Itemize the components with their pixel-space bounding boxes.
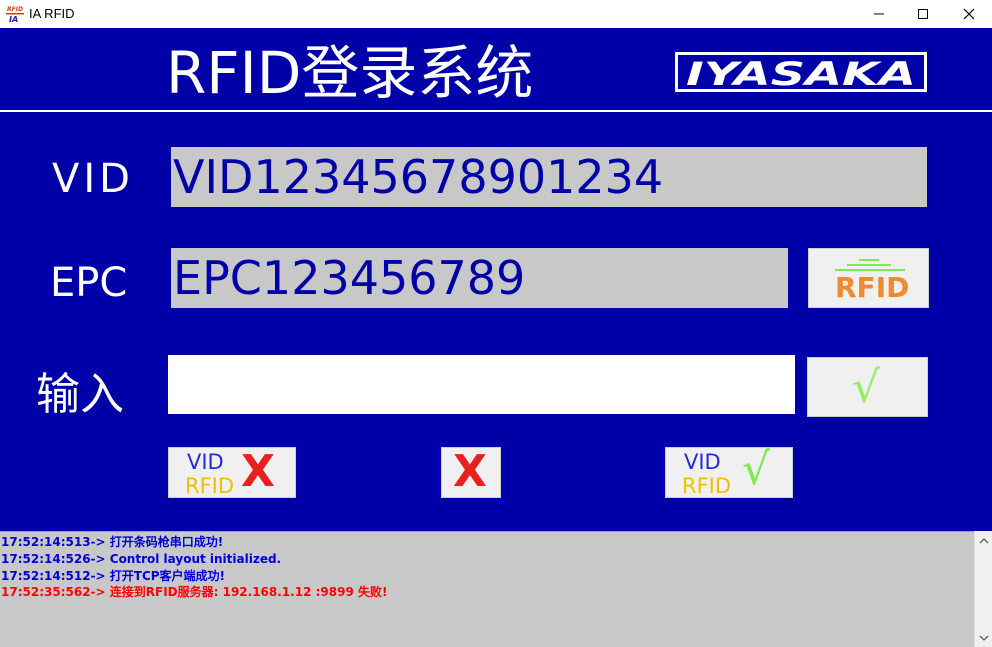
minimize-button[interactable] (856, 0, 902, 28)
log-panel[interactable]: 17:52:14:513-> 打开条码枪串口成功! 17:52:14:526->… (0, 531, 974, 647)
main-panel: RFID登录系统 IYASAKA VID VID12345678901234 E… (0, 28, 992, 531)
minimize-icon (874, 13, 884, 15)
close-button[interactable] (946, 0, 992, 28)
epc-label: EPC (50, 260, 128, 306)
chevron-down-icon (979, 635, 989, 641)
vid-label: VID (52, 156, 134, 202)
close-icon (963, 8, 975, 20)
check-icon: √ (852, 362, 881, 413)
cross-icon: X (241, 446, 275, 497)
svg-text:IYASAKA: IYASAKA (686, 55, 916, 92)
rfid-read-button[interactable]: RFID (808, 248, 929, 308)
vid-fail-rfid-text: RFID (185, 474, 235, 498)
cross-icon: X (453, 446, 487, 497)
company-logo: IYASAKA (675, 52, 927, 92)
window-title: IA RFID (29, 6, 75, 21)
check-icon: √ (742, 444, 771, 495)
app-icon: RFID IA (6, 4, 24, 24)
svg-text:IA: IA (9, 15, 18, 24)
confirm-button[interactable]: √ (807, 357, 928, 417)
vid-ok-rfid-text: RFID (682, 474, 732, 498)
window-titlebar: RFID IA IA RFID (0, 0, 992, 28)
log-line: 17:52:14:512-> 打开TCP客户端成功! (1, 569, 226, 583)
chevron-up-icon (979, 538, 989, 544)
input-label: 输入 (36, 369, 124, 420)
log-line: 17:52:14:513-> 打开条码枪串口成功! (1, 535, 224, 549)
scan-input[interactable] (168, 355, 795, 414)
vid-ok-vid-text: VID (684, 450, 721, 474)
svg-text:RFID: RFID (7, 6, 23, 13)
system-title: RFID登录系统 (166, 39, 534, 107)
log-line: 17:52:35:562-> 连接到RFID服务器: 192.168.1.12 … (1, 585, 388, 599)
vid-fail-vid-text: VID (187, 450, 224, 474)
header-divider (0, 110, 992, 112)
clear-button[interactable]: X (441, 446, 501, 498)
rfid-button-label: RFID (835, 271, 910, 304)
maximize-icon (918, 9, 928, 19)
scroll-up-button[interactable] (975, 533, 992, 549)
vid-field: VID12345678901234 (171, 147, 927, 207)
maximize-button[interactable] (900, 0, 946, 28)
scroll-down-button[interactable] (975, 630, 992, 646)
vid-rfid-ok-button[interactable]: VID RFID √ (665, 444, 793, 498)
epc-field: EPC123456789 (171, 248, 788, 308)
vid-rfid-fail-button[interactable]: VID RFID X (168, 446, 296, 498)
log-line: 17:52:14:526-> Control layout initialize… (1, 552, 282, 566)
log-scrollbar[interactable] (974, 531, 992, 647)
